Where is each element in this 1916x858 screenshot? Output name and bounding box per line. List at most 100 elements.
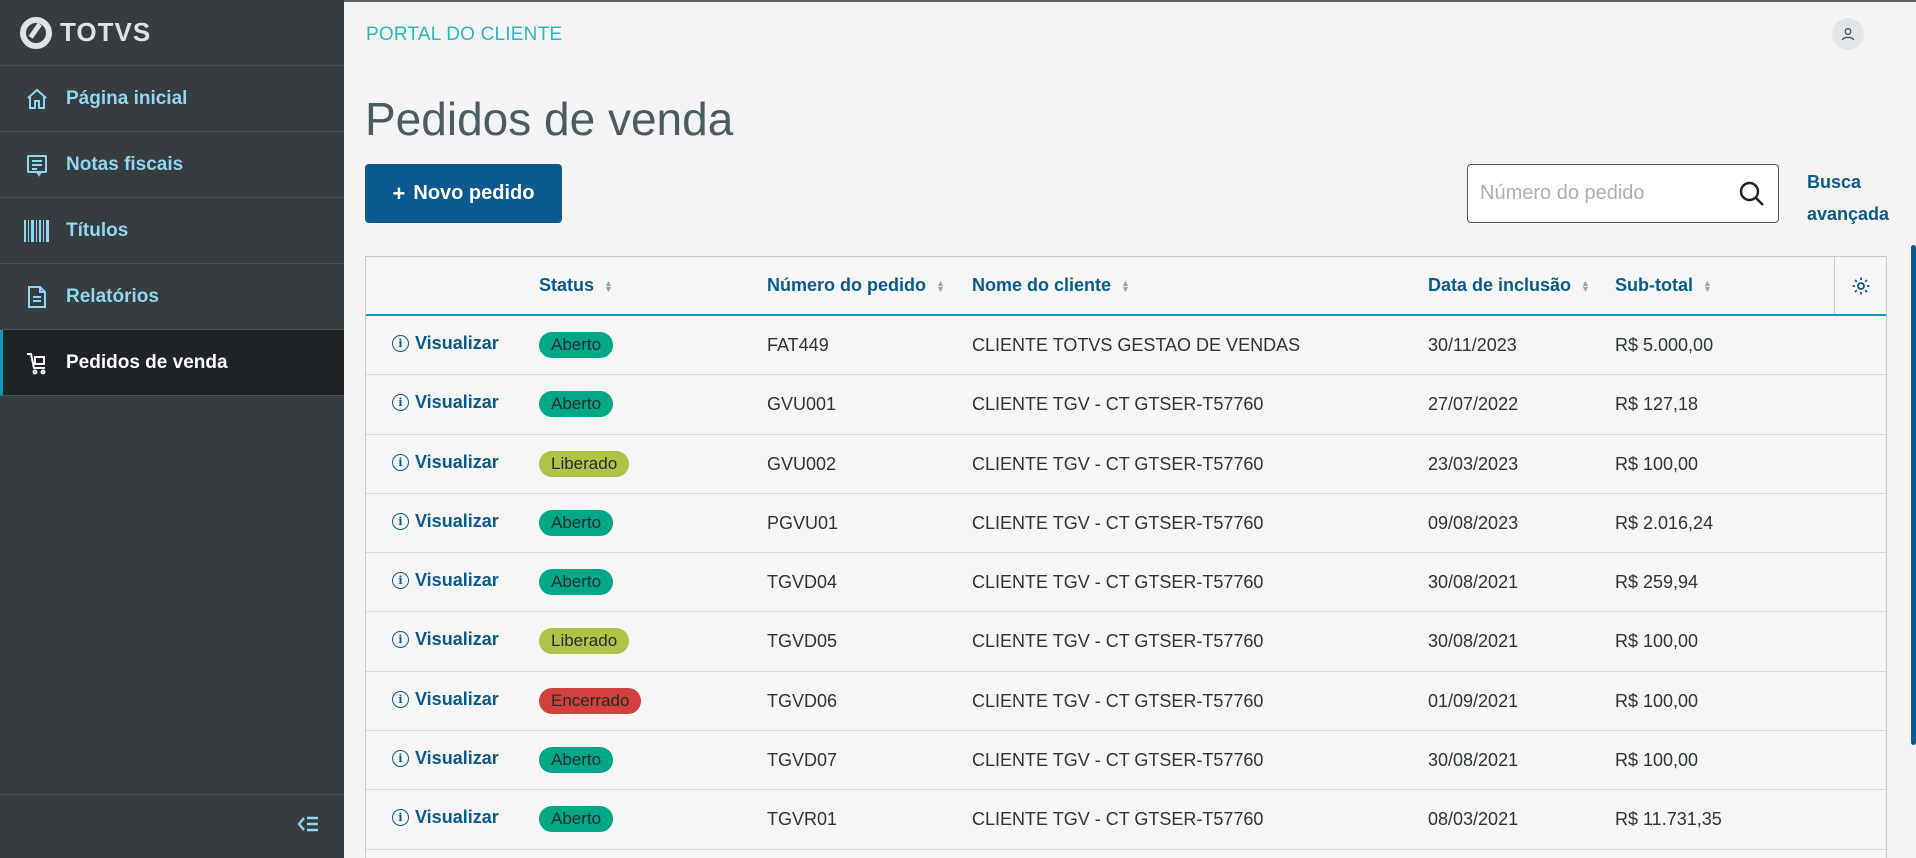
- sidebar-item-label: Relatórios: [66, 285, 159, 307]
- client-name: CLIENTE TGV - CT GTSER-T57760: [972, 394, 1264, 415]
- view-order-link[interactable]: i Visualizar: [392, 748, 499, 769]
- cart-icon: [24, 350, 50, 376]
- table-row: i Visualizar Encerrado TGVD06 CLIENTE TGV - …: [366, 672, 1886, 732]
- sidebar-item-pedidos-de-venda[interactable]: Pedidos de venda: [0, 330, 344, 396]
- column-label: Data de inclusão: [1428, 275, 1572, 295]
- column-header-client-name[interactable]: Nome do cliente ▲ ▼: [972, 275, 1130, 296]
- view-order-link[interactable]: i Visualizar: [392, 629, 499, 650]
- user-avatar[interactable]: [1832, 18, 1864, 50]
- view-label: Visualizar: [415, 807, 499, 828]
- subtotal: R$ 5.000,00: [1615, 335, 1714, 355]
- order-number: GVU002: [767, 453, 837, 474]
- table-settings-button[interactable]: [1834, 257, 1886, 314]
- column-header-status[interactable]: Status ▲ ▼: [539, 275, 613, 296]
- new-order-button[interactable]: + Novo pedido: [365, 164, 562, 223]
- status-badge: Liberado: [539, 450, 630, 477]
- view-order-link[interactable]: i Visualizar: [392, 807, 499, 828]
- page-scrollbar[interactable]: [1911, 245, 1916, 745]
- sidebar-item-label: Títulos: [66, 219, 129, 241]
- info-icon: i: [392, 512, 409, 530]
- subtotal: R$ 100,00: [1615, 750, 1699, 771]
- inclusion-date: 01/09/2021: [1428, 690, 1519, 711]
- page-title: Pedidos de venda: [365, 93, 734, 145]
- collapse-menu-icon[interactable]: [296, 814, 320, 839]
- totvs-logo-icon: [20, 16, 52, 49]
- column-header-order-number[interactable]: Número do pedido ▲ ▼: [767, 275, 945, 296]
- view-label: Visualizar: [415, 570, 499, 591]
- status-badge: Encerrado: [539, 687, 642, 714]
- sidebar-footer: [0, 794, 344, 858]
- status-badge: Aberto: [539, 806, 614, 833]
- client-name: CLIENTE TGV - CT GTSER-T57760: [972, 690, 1264, 711]
- view-label: Visualizar: [415, 510, 499, 531]
- view-order-link[interactable]: i Visualizar: [392, 689, 499, 710]
- sidebar-item-notas-fiscais[interactable]: Notas fiscais: [0, 132, 344, 198]
- info-icon: i: [392, 690, 409, 708]
- column-label: Sub-total: [1615, 275, 1693, 295]
- column-header-subtotal[interactable]: Sub-total ▲ ▼: [1615, 275, 1712, 296]
- order-number: TGVD05: [767, 631, 838, 652]
- info-icon: i: [392, 394, 409, 412]
- new-order-label: Novo pedido: [413, 182, 535, 204]
- inclusion-date: 09/08/2023: [1428, 512, 1519, 533]
- order-number-search-input[interactable]: [1480, 182, 1730, 205]
- table-row: i Visualizar Aberto PGVU01 CLIENTE TGV - CT …: [366, 494, 1886, 554]
- table-row: i Visualizar Liberado TGVD05 CLIENTE TGV - C…: [366, 612, 1886, 672]
- column-header-date[interactable]: Data de inclusão ▲ ▼: [1428, 275, 1590, 296]
- totvs-logo[interactable]: TOTVS: [0, 0, 344, 66]
- receipt-icon: [24, 152, 50, 178]
- table-row: i Visualizar Aberto TGVR01 CLIENTE TGV - CT …: [366, 790, 1886, 850]
- inclusion-date: 08/03/2021: [1428, 809, 1519, 830]
- view-order-link[interactable]: i Visualizar: [392, 452, 499, 473]
- orders-table: Status ▲ ▼ Número do pedido ▲ ▼ Nome do cl…: [365, 256, 1887, 858]
- subtotal: R$ 100,00: [1615, 690, 1699, 711]
- status-badge: Aberto: [539, 569, 614, 596]
- inclusion-date: 30/08/2021: [1428, 750, 1519, 771]
- sort-icon: ▲ ▼: [604, 277, 613, 294]
- inclusion-date: 30/08/2021: [1428, 631, 1519, 652]
- table-row: i Visualizar Aberto GVU001 CLIENTE TGV - CT …: [366, 375, 1886, 435]
- info-icon: i: [392, 453, 409, 471]
- status-badge: Aberto: [539, 391, 614, 418]
- sidebar-item-titulos[interactable]: Títulos: [0, 198, 344, 264]
- portal-title[interactable]: PORTAL DO CLIENTE: [366, 24, 562, 46]
- user-icon: [1841, 28, 1855, 41]
- subtotal: R$ 259,94: [1615, 572, 1699, 593]
- view-order-link[interactable]: i Visualizar: [392, 392, 499, 413]
- status-badge: Aberto: [539, 747, 614, 774]
- view-order-link[interactable]: i Visualizar: [392, 333, 499, 354]
- client-name: CLIENTE TGV - CT GTSER-T57760: [972, 809, 1264, 830]
- search-icon[interactable]: [1738, 180, 1766, 213]
- view-order-link[interactable]: i Visualizar: [392, 570, 499, 591]
- sidebar-item-home[interactable]: Página inicial: [0, 66, 344, 132]
- info-icon: i: [392, 750, 409, 768]
- sidebar: TOTVS Página inicial Notas fiscais Títul…: [0, 0, 344, 858]
- inclusion-date: 30/11/2023: [1428, 335, 1517, 355]
- order-number: FAT449: [767, 335, 829, 355]
- home-icon: [24, 86, 50, 112]
- brand-name: TOTVS: [60, 17, 152, 47]
- table-row: i Visualizar Aberto TGVD04 CLIENTE TGV - CT …: [366, 553, 1886, 613]
- column-label: Número do pedido: [767, 275, 926, 295]
- view-label: Visualizar: [415, 748, 499, 769]
- table-body: i Visualizar Aberto FAT449 CLIENTE TOTVS GES…: [366, 316, 1886, 850]
- sidebar-item-relatorios[interactable]: Relatórios: [0, 264, 344, 330]
- subtotal: R$ 11.731,35: [1615, 809, 1722, 830]
- sort-icon: ▲ ▼: [936, 277, 945, 294]
- view-label: Visualizar: [415, 629, 499, 650]
- client-name: CLIENTE TGV - CT GTSER-T57760: [972, 572, 1264, 593]
- view-order-link[interactable]: i Visualizar: [392, 511, 499, 532]
- sort-icon: ▲ ▼: [1703, 277, 1712, 294]
- client-name: CLIENTE TGV - CT GTSER-T57760: [972, 512, 1264, 533]
- info-icon: i: [392, 335, 409, 352]
- info-icon: i: [392, 631, 409, 649]
- status-badge: Aberto: [539, 332, 614, 358]
- top-bar: PORTAL DO CLIENTE: [344, 0, 1916, 66]
- view-label: Visualizar: [415, 451, 499, 472]
- gear-icon: [1852, 277, 1869, 294]
- order-number: TGVD07: [767, 750, 838, 771]
- status-badge: Aberto: [539, 509, 614, 536]
- advanced-search-link[interactable]: Busca avançada: [1807, 166, 1907, 230]
- column-label: Status: [539, 275, 595, 295]
- sort-icon: ▲ ▼: [1121, 277, 1130, 294]
